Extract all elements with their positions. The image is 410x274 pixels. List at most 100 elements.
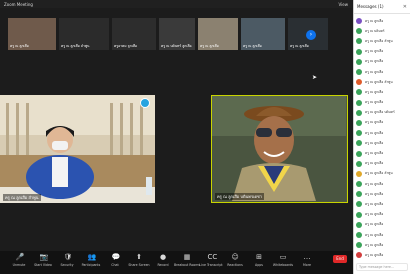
toolbar-button-label: Reactions <box>227 263 243 267</box>
gallery-tile[interactable]: ครู ณ บดินทร์ ลูกเสือ <box>159 18 195 50</box>
chat-message: ครู ณ ลูกเสือ ลำพูน <box>356 169 408 179</box>
more-icon: … <box>303 253 311 261</box>
gallery-tile[interactable]: ครูอาคม ลูกเสือ <box>112 18 156 50</box>
whiteboard-button[interactable]: ▭ Whiteboards <box>272 254 294 268</box>
avatar <box>356 99 362 106</box>
chat-message: ครู ณ ลูกเสือ <box>356 138 408 148</box>
chat-message: ครู ณ ลูกเสือ <box>356 87 408 97</box>
chat-message: ครู ณ ลูกเสือ บดินทร์ <box>356 108 408 118</box>
chat-message: ครู ณ ลูกเสือ ลำพูน <box>356 36 408 46</box>
toolbar-button-label: Security <box>60 263 74 267</box>
avatar <box>356 69 362 76</box>
gallery-strip: ครู ณ ลูกเสือ ครู ณ ลูกเสือ ลำพูน ครูอาคม … <box>0 18 352 50</box>
chat-message-text: ครู ณ ลูกเสือ <box>365 222 384 227</box>
avatar <box>356 48 362 55</box>
toolbar-button-label: More <box>303 263 311 267</box>
avatar <box>356 221 362 228</box>
chat-message-text: ครู ณ ลูกเสือ <box>365 151 384 156</box>
avatar <box>356 130 362 137</box>
toolbar-button-label: Unmute <box>12 263 26 267</box>
chat-message: ครู ณ ลูกเสือ <box>356 128 408 138</box>
chat-message: ครู ณ ลูกเสือ <box>356 67 408 77</box>
share-screen-button[interactable]: ⬆ Share Screen <box>128 253 150 268</box>
chat-message-text: ครู ณ ลูกเสือ <box>365 191 384 196</box>
chat-message-text: ครู ณ ลูกเสือ <box>365 120 384 125</box>
chat-panel: Messages (1) ✕ ครู ณ ลูกเสือ ครู ณ บดินทร… <box>353 0 410 274</box>
gallery-tile-name: ครู ณ ลูกเสือ <box>243 44 262 48</box>
avatar <box>356 58 362 65</box>
record-icon: ● <box>159 253 167 261</box>
apps-button[interactable]: ⊞ Apps <box>248 254 270 268</box>
participant-video-left[interactable]: ครู ณ ลูกเสือ ลำพูน <box>0 95 155 203</box>
participant-video-right[interactable]: ครู ณ ลูกเสือ บดินทรเดชา <box>211 95 348 203</box>
chat-message-input[interactable]: Type message here... <box>356 263 408 271</box>
breakout-rooms-icon: ▦ <box>183 253 191 261</box>
microphone-button[interactable]: 🎤 Unmute <box>8 254 30 268</box>
close-chat-icon[interactable]: ✕ <box>403 4 407 10</box>
breakout-rooms-button[interactable]: ▦ Breakout Rooms <box>173 253 201 268</box>
chat-message-text: ครู ณ ลูกเสือ <box>365 161 384 166</box>
zoom-meeting-window: Zoom Meeting View ครู ณ ลูกเสือ ครู ณ ลูก… <box>0 0 410 274</box>
shield-button[interactable]: 🛡 Security <box>56 253 78 268</box>
avatar <box>356 160 362 167</box>
gallery-tile-name: ครู ณ ลูกเสือ ลำพูน <box>61 44 90 48</box>
avatar <box>356 109 362 116</box>
avatar <box>356 170 362 177</box>
chat-message-text: ครู ณ ลูกเสือ <box>365 242 384 247</box>
avatar <box>356 252 362 259</box>
gallery-tile-name: ครูอาคม ลูกเสือ <box>114 44 138 48</box>
chat-title: Messages (1) <box>357 4 384 9</box>
scout-leader-image <box>212 96 346 201</box>
gallery-tile-name: ครู ณ ลูกเสือ <box>200 44 219 48</box>
chat-message-text: ครู ณ ลูกเสือ <box>365 130 384 135</box>
camera-button[interactable]: 📷 Start Video <box>32 253 54 268</box>
camera-icon: 📷 <box>39 253 49 261</box>
captions-button[interactable]: CC Live Transcript <box>199 253 223 268</box>
avatar <box>356 242 362 249</box>
toolbar-button-label: Share Screen <box>128 263 150 267</box>
avatar <box>356 38 362 45</box>
gallery-tile[interactable]: ครู ณ ลูกเสือ <box>241 18 285 50</box>
participants-button[interactable]: 👥 Participants <box>80 254 102 268</box>
chat-message: ครู ณ ลูกเสือ <box>356 148 408 158</box>
chat-message-text: ครู ณ ลูกเสือ ลำพูน <box>365 79 393 84</box>
share-screen-icon: ⬆ <box>136 253 142 261</box>
avatar <box>356 181 362 188</box>
more-button[interactable]: … More <box>296 253 318 268</box>
gallery-tile[interactable]: ครู ณ ลูกเสือ <box>198 18 238 50</box>
gallery-tile[interactable]: ครู ณ ลูกเสือ ลำพูน <box>59 18 109 50</box>
end-meeting-button[interactable]: End <box>333 255 347 263</box>
chat-button[interactable]: 💬 Chat <box>104 253 126 268</box>
captions-icon: CC <box>207 253 218 261</box>
toolbar-button-label: Breakout Rooms <box>173 263 201 267</box>
chat-message: ครู ณ ลูกเสือ <box>356 210 408 220</box>
chat-message-text: ครู ณ ลูกเสือ <box>365 89 384 94</box>
chat-icon: 💬 <box>111 253 121 261</box>
gallery-next-arrow-icon[interactable]: › <box>306 30 316 40</box>
avatar <box>356 18 362 25</box>
reactions-button[interactable]: ☺ Reactions <box>224 254 246 268</box>
avatar <box>356 28 362 35</box>
gallery-tile-name: ครู ณ ลูกเสือ <box>290 44 309 48</box>
chat-message: ครู ณ ลูกเสือ <box>356 47 408 57</box>
chat-message: ครู ณ ลูกเสือ <box>356 179 408 189</box>
chat-message: ครู ณ ลูกเสือ <box>356 16 408 26</box>
view-button[interactable]: View <box>339 2 349 7</box>
chat-message: ครู ณ ลูกเสือ <box>356 57 408 67</box>
toolbar-button-label: Participants <box>81 263 101 267</box>
chat-message-text: ครู ณ ลูกเสือ <box>365 201 384 206</box>
chat-message: ครู ณ ลูกเสือ <box>356 189 408 199</box>
avatar <box>356 119 362 126</box>
toolbar-button-label: Whiteboards <box>272 263 294 267</box>
record-button[interactable]: ● Record <box>152 253 174 268</box>
gallery-tile[interactable]: ครู ณ ลูกเสือ <box>8 18 56 50</box>
toolbar-button-label: Live Transcript <box>199 263 223 267</box>
chat-message-text: ครู ณ ลูกเสือ บดินทร์ <box>365 110 395 115</box>
toolbar-button-label: Chat <box>111 263 119 267</box>
shield-icon: 🛡 <box>63 253 73 261</box>
avatar <box>356 201 362 208</box>
avatar <box>356 79 362 86</box>
toolbar-button-label: Record <box>157 263 169 267</box>
chat-message-text: ครู ณ ลูกเสือ <box>365 49 384 54</box>
chat-message: ครู ณ ลูกเสือ <box>356 118 408 128</box>
